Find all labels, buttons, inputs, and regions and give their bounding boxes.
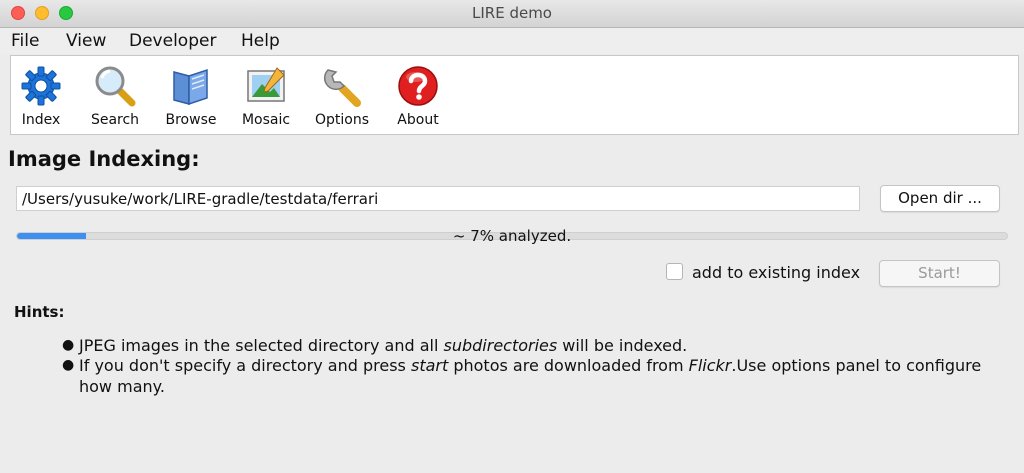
menu-view[interactable]: View <box>66 31 106 51</box>
menu-developer[interactable]: Developer <box>129 31 216 51</box>
directory-path-input[interactable] <box>16 186 860 211</box>
picture-icon <box>247 67 285 102</box>
hint-text-1: JPEG images in the selected directory an… <box>79 335 1002 356</box>
add-to-existing-label[interactable]: add to existing index <box>692 263 860 282</box>
window-title: LIRE demo <box>472 4 552 22</box>
hint-1-emphasis: subdirectories <box>443 336 558 355</box>
toolbar-mosaic-label: Mosaic <box>241 112 291 128</box>
gear-icon <box>21 66 61 106</box>
hint-2-text-b: photos are downloaded from <box>448 356 689 375</box>
menu-bar: File View Developer Help <box>0 28 1024 54</box>
book-icon <box>173 68 208 106</box>
toolbar: Index Search Browse Mosaic Options About <box>10 55 1019 135</box>
toolbar-index-label: Index <box>21 112 61 128</box>
hint-2-emphasis-flickr: Flickr <box>688 356 732 375</box>
start-button[interactable]: Start! <box>879 260 1000 287</box>
magnifier-icon <box>95 66 136 107</box>
help-icon <box>398 66 438 106</box>
menu-help[interactable]: Help <box>241 31 280 51</box>
progress-status-text: ~ 7% analyzed. <box>452 227 572 245</box>
toolbar-about-label: About <box>397 112 439 128</box>
bullet-icon: ● <box>62 337 75 353</box>
hint-1-text-b: will be indexed. <box>557 336 688 355</box>
hint-item-1: ● JPEG images in the selected directory … <box>62 335 1002 356</box>
title-bar: LIRE demo <box>0 0 1024 28</box>
toolbar-browse-button[interactable]: Browse <box>162 56 220 134</box>
hint-text-2: If you don't specify a directory and pre… <box>79 355 1002 397</box>
hint-item-2: ● If you don't specify a directory and p… <box>62 355 1002 397</box>
toolbar-options-label: Options <box>314 112 370 128</box>
hint-1-text-a: JPEG images in the selected directory an… <box>79 336 444 355</box>
hints-title: Hints: <box>14 303 65 321</box>
toolbar-browse-label: Browse <box>165 112 217 128</box>
toolbar-search-button[interactable]: Search <box>87 56 143 134</box>
open-dir-button[interactable]: Open dir ... <box>880 185 1000 212</box>
toolbar-options-button[interactable]: Options <box>311 56 373 134</box>
toolbar-about-button[interactable]: About <box>391 56 445 134</box>
bullet-icon: ● <box>62 357 75 373</box>
toolbar-index-button[interactable]: Index <box>14 56 68 134</box>
hint-2-text-a: If you don't specify a directory and pre… <box>79 356 411 375</box>
toolbar-search-label: Search <box>90 112 140 128</box>
toolbar-mosaic-button[interactable]: Mosaic <box>238 56 294 134</box>
menu-file[interactable]: File <box>11 31 39 51</box>
add-to-existing-checkbox[interactable] <box>666 263 683 280</box>
wrench-icon <box>323 69 361 107</box>
section-title: Image Indexing: <box>8 147 200 171</box>
hint-2-emphasis-start: start <box>410 356 449 375</box>
